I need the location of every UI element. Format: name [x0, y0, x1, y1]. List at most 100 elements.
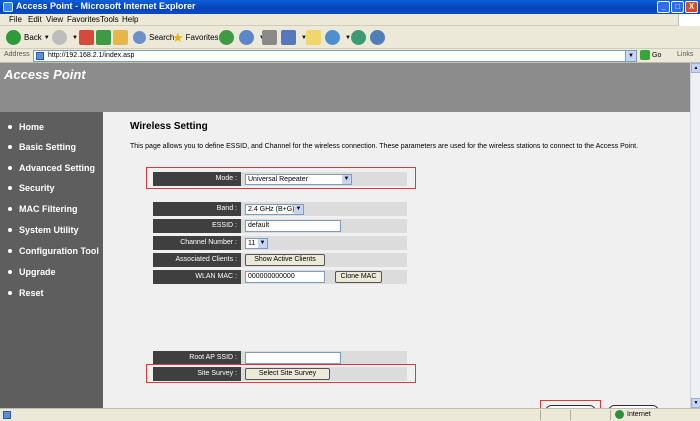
refresh-button[interactable]: [96, 29, 114, 46]
globe-icon: [615, 410, 624, 419]
bullet-icon: [8, 207, 12, 211]
page-title: Wireless Setting: [130, 121, 208, 132]
bullet-icon: [8, 291, 12, 295]
maximize-button[interactable]: □: [671, 1, 684, 13]
messenger-icon: [351, 30, 366, 45]
favorites-button[interactable]: ★ Favorites: [172, 29, 219, 46]
web-page: Access Point Home Basic Setting Advanced…: [0, 63, 690, 421]
research-button[interactable]: ▼: [325, 29, 351, 46]
mode-select[interactable]: Universal Repeater ▼: [245, 174, 352, 185]
page-icon: [3, 411, 11, 419]
essid-row: ESSID : default: [153, 219, 407, 233]
bullet-icon: [8, 125, 12, 129]
window-title: Access Point - Microsoft Internet Explor…: [16, 1, 196, 11]
sidebar-item-advanced-setting[interactable]: Advanced Setting: [8, 163, 95, 173]
discuss-button[interactable]: [306, 29, 324, 46]
go-arrow-icon: [640, 50, 650, 60]
menu-edit[interactable]: Edit: [28, 15, 42, 24]
essid-input[interactable]: default: [245, 220, 341, 232]
scroll-down-button[interactable]: ▼: [691, 398, 700, 408]
menu-file[interactable]: File: [9, 15, 22, 24]
edit-button[interactable]: ▼: [281, 29, 307, 46]
page-icon: [36, 52, 44, 60]
page-description: This page allows you to define ESSID, an…: [130, 143, 639, 150]
channel-row: Channel Number : 11 ▼: [153, 236, 407, 250]
bullet-icon: [8, 249, 12, 253]
research-icon: [325, 30, 340, 45]
address-input[interactable]: http://192.168.2.1/index.asp ▼: [33, 50, 637, 62]
band-label: Band :: [153, 202, 241, 216]
sidebar-item-configuration-tool[interactable]: Configuration Tool: [8, 246, 99, 256]
history-button[interactable]: [219, 29, 237, 46]
root-ap-ssid-label: Root AP SSID :: [153, 351, 241, 365]
sidebar-item-security[interactable]: Security: [8, 183, 55, 193]
history-icon: [219, 30, 234, 45]
bullet-icon: [8, 270, 12, 274]
sidebar-item-system-utility[interactable]: System Utility: [8, 225, 79, 235]
wlan-mac-label: WLAN MAC :: [153, 270, 241, 284]
go-button[interactable]: Go: [640, 50, 661, 60]
bullet-icon: [8, 145, 12, 149]
chevron-down-icon: ▼: [294, 205, 303, 214]
print-button[interactable]: [262, 29, 280, 46]
stop-icon: [79, 30, 94, 45]
wlan-mac-row: WLAN MAC : 000000000000 Clone MAC: [153, 270, 407, 284]
main-content: Wireless Setting This page allows you to…: [103, 112, 690, 421]
menu-view[interactable]: View: [46, 15, 63, 24]
back-arrow-icon: [6, 30, 21, 45]
minimize-button[interactable]: _: [657, 1, 670, 13]
menu-bar: File Edit View Favorites Tools Help: [0, 14, 700, 26]
bullet-icon: [8, 166, 12, 170]
vertical-scrollbar[interactable]: ▲ ▼: [690, 63, 700, 408]
band-select[interactable]: 2.4 GHz (B+G) ▼: [245, 204, 304, 215]
links-button[interactable]: Links: [677, 51, 693, 58]
sidebar-item-upgrade[interactable]: Upgrade: [8, 267, 56, 277]
security-zone: Internet: [615, 410, 651, 419]
site-survey-label: Site Survey :: [153, 367, 241, 381]
print-icon: [262, 30, 277, 45]
clone-mac-button[interactable]: Clone MAC: [335, 271, 382, 283]
page-header: Access Point: [0, 63, 690, 112]
clients-label: Associated Clients :: [153, 253, 241, 267]
scroll-up-button[interactable]: ▲: [691, 63, 700, 73]
tools-icon: [370, 30, 385, 45]
search-button[interactable]: Search: [133, 29, 174, 46]
window-title-bar: Access Point - Microsoft Internet Explor…: [0, 0, 700, 14]
channel-label: Channel Number :: [153, 236, 241, 250]
clients-row: Associated Clients : Show Active Clients: [153, 253, 407, 267]
home-button[interactable]: [113, 29, 131, 46]
channel-select[interactable]: 11 ▼: [245, 238, 268, 249]
band-row: Band : 2.4 GHz (B+G) ▼: [153, 202, 407, 216]
refresh-icon: [96, 30, 111, 45]
close-button[interactable]: X: [685, 1, 698, 13]
sidebar-item-home[interactable]: Home: [8, 122, 44, 132]
stop-button[interactable]: [79, 29, 97, 46]
messenger-button[interactable]: [351, 29, 369, 46]
mode-row: Mode : Universal Repeater ▼: [153, 172, 407, 186]
show-active-clients-button[interactable]: Show Active Clients: [245, 254, 325, 266]
chevron-down-icon: ▼: [342, 175, 351, 184]
back-button[interactable]: Back ▼: [6, 29, 50, 46]
menu-favorites[interactable]: Favorites: [67, 15, 100, 24]
sidebar-item-mac-filtering[interactable]: MAC Filtering: [8, 204, 78, 214]
discuss-icon: [306, 30, 321, 45]
windows-logo: [678, 14, 700, 26]
menu-tools[interactable]: Tools: [100, 15, 119, 24]
address-dropdown-button[interactable]: ▼: [625, 51, 636, 61]
wlan-mac-input[interactable]: 000000000000: [245, 271, 325, 283]
sidebar-item-reset[interactable]: Reset: [8, 288, 44, 298]
star-icon: ★: [172, 29, 184, 45]
toolbar: Back▼ ▼ Search ★ Favorites ▼ ▼ ▼: [0, 26, 700, 49]
status-bar: Internet: [0, 408, 700, 421]
sidebar-item-basic-setting[interactable]: Basic Setting: [8, 142, 76, 152]
select-site-survey-button[interactable]: Select Site Survey: [245, 368, 330, 380]
tools-button[interactable]: [370, 29, 388, 46]
address-url: http://192.168.2.1/index.asp: [48, 52, 135, 59]
search-icon: [133, 31, 146, 44]
forward-arrow-icon: [52, 30, 67, 45]
menu-help[interactable]: Help: [122, 15, 138, 24]
brand-title: Access Point: [4, 67, 86, 82]
forward-button[interactable]: ▼: [52, 29, 78, 46]
bullet-icon: [8, 186, 12, 190]
root-ap-ssid-input[interactable]: [245, 352, 341, 364]
